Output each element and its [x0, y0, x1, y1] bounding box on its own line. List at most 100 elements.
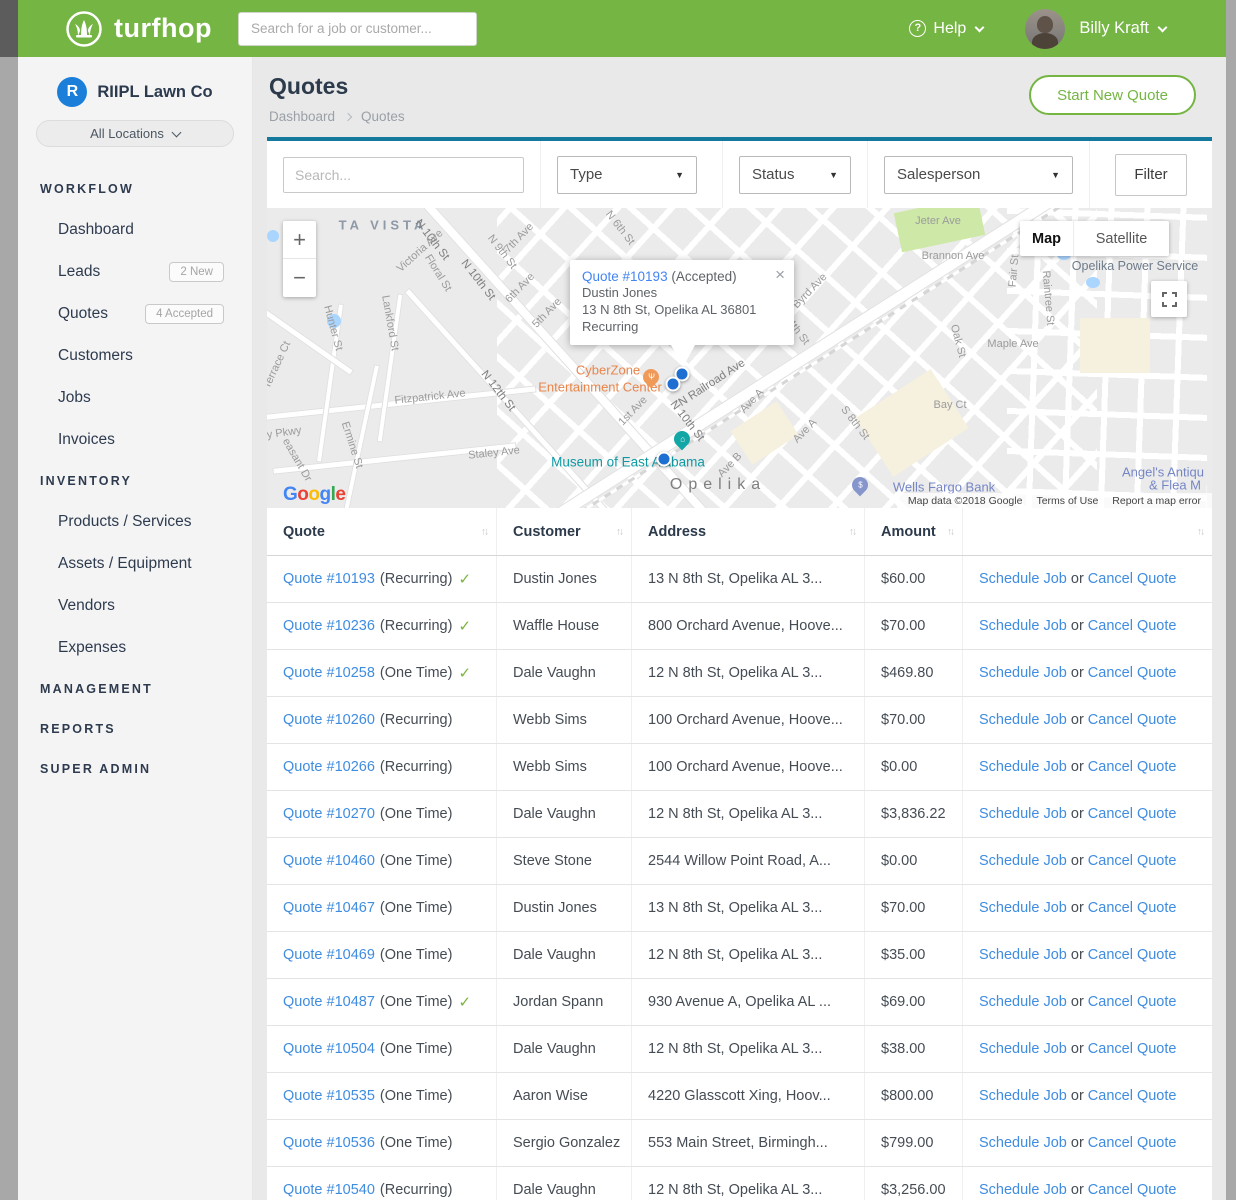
map-view-button[interactable]: Map [1020, 221, 1073, 256]
quote-link[interactable]: Quote #10236 [283, 618, 375, 634]
quote-map-marker[interactable] [666, 377, 681, 392]
sidebar-item-leads[interactable]: Leads2 New [18, 251, 252, 293]
schedule-job-link[interactable]: Schedule Job [979, 900, 1067, 916]
schedule-job-link[interactable]: Schedule Job [979, 853, 1067, 869]
cancel-quote-link[interactable]: Cancel Quote [1088, 759, 1177, 775]
quote-link[interactable]: Quote #10260 [283, 712, 375, 728]
schedule-job-link[interactable]: Schedule Job [979, 759, 1067, 775]
column-header-quote[interactable]: Quote↑↓ [267, 508, 497, 555]
schedule-job-link[interactable]: Schedule Job [979, 994, 1067, 1010]
quote-map-marker[interactable] [657, 452, 672, 467]
cancel-quote-link[interactable]: Cancel Quote [1088, 1182, 1177, 1198]
satellite-view-button[interactable]: Satellite [1073, 221, 1169, 256]
quote-link[interactable]: Quote #10467 [283, 900, 375, 916]
sidebar-item-quotes[interactable]: Quotes4 Accepted [18, 293, 252, 335]
cancel-quote-link[interactable]: Cancel Quote [1088, 1041, 1177, 1057]
filter-button[interactable]: Filter [1115, 154, 1187, 196]
global-search-input[interactable] [238, 12, 477, 46]
zoom-out-button[interactable]: − [283, 259, 316, 297]
cancel-quote-link[interactable]: Cancel Quote [1088, 571, 1177, 587]
table-row: Quote #10504(One Time)Dale Vaughn12 N 8t… [267, 1026, 1212, 1073]
sort-icon[interactable]: ↑↓ [481, 526, 487, 537]
quote-link[interactable]: Quote #10258 [283, 665, 375, 681]
quotes-table: Quote↑↓Customer↑↓Address↑↓Amount↑↓↑↓ Quo… [267, 508, 1212, 1200]
cancel-quote-link[interactable]: Cancel Quote [1088, 1088, 1177, 1104]
quote-search-input[interactable] [283, 157, 524, 193]
tooltip-status: (Accepted) [671, 269, 736, 284]
close-icon[interactable]: × [775, 266, 785, 283]
sidebar-item-expenses[interactable]: Expenses [18, 627, 252, 669]
scrollbar-track[interactable] [1226, 0, 1236, 1200]
actions-cell: Schedule JoborCancel Quote [963, 697, 1212, 743]
google-logo[interactable]: Google [283, 484, 345, 506]
schedule-job-link[interactable]: Schedule Job [979, 947, 1067, 963]
sidebar-item-products-services[interactable]: Products / Services [18, 501, 252, 543]
sidebar-nav: ---WORKFLOWDashboardLeads2 NewQuotes4 Ac… [18, 169, 252, 789]
user-avatar[interactable] [1025, 9, 1065, 49]
sort-icon[interactable]: ↑↓ [1197, 526, 1203, 537]
sidebar-item-customers[interactable]: Customers [18, 335, 252, 377]
start-new-quote-button[interactable]: Start New Quote [1029, 75, 1196, 115]
quote-link[interactable]: Quote #10270 [283, 806, 375, 822]
cancel-quote-link[interactable]: Cancel Quote [1088, 900, 1177, 916]
terms-of-use-link[interactable]: Terms of Use [1036, 495, 1098, 507]
cancel-quote-link[interactable]: Cancel Quote [1088, 665, 1177, 681]
column-header-customer[interactable]: Customer↑↓ [497, 508, 632, 555]
quote-link[interactable]: Quote #10540 [283, 1182, 375, 1198]
quote-link[interactable]: Quote #10469 [283, 947, 375, 963]
quote-link[interactable]: Quote #10504 [283, 1041, 375, 1057]
schedule-job-link[interactable]: Schedule Job [979, 1041, 1067, 1057]
schedule-job-link[interactable]: Schedule Job [979, 1182, 1067, 1198]
column-header-amount[interactable]: Amount↑↓ [865, 508, 963, 555]
sidebar-item-jobs[interactable]: Jobs [18, 377, 252, 419]
fullscreen-button[interactable] [1151, 281, 1187, 317]
sidebar-item-dashboard[interactable]: Dashboard [18, 209, 252, 251]
cancel-quote-link[interactable]: Cancel Quote [1088, 994, 1177, 1010]
schedule-job-link[interactable]: Schedule Job [979, 665, 1067, 681]
sidebar-item-invoices[interactable]: Invoices [18, 419, 252, 461]
quote-link[interactable]: Quote #10536 [283, 1135, 375, 1151]
sort-icon[interactable]: ↑↓ [947, 526, 953, 537]
cancel-quote-link[interactable]: Cancel Quote [1088, 618, 1177, 634]
cancel-quote-link[interactable]: Cancel Quote [1088, 853, 1177, 869]
sidebar-item-label: Assets / Equipment [58, 555, 192, 573]
column-header-address[interactable]: Address↑↓ [632, 508, 865, 555]
quote-link[interactable]: Quote #10487 [283, 994, 375, 1010]
cancel-quote-link[interactable]: Cancel Quote [1088, 1135, 1177, 1151]
table-row: Quote #10270(One Time)Dale Vaughn12 N 8t… [267, 791, 1212, 838]
cancel-quote-link[interactable]: Cancel Quote [1088, 806, 1177, 822]
breadcrumb-dashboard[interactable]: Dashboard [269, 109, 335, 124]
column-header-actions[interactable]: ↑↓ [963, 508, 1212, 555]
help-menu[interactable]: ? Help [909, 20, 983, 38]
location-selector[interactable]: All Locations [36, 120, 234, 147]
turfhop-logo[interactable]: turfhop [64, 9, 212, 49]
schedule-job-link[interactable]: Schedule Job [979, 1088, 1067, 1104]
quote-link[interactable]: Quote #10266 [283, 759, 375, 775]
tooltip-quote-link[interactable]: Quote #10193 [582, 269, 668, 284]
quotes-map[interactable]: TA VISTAJeter AveBrannon AveOpelika Powe… [267, 208, 1212, 508]
cancel-quote-link[interactable]: Cancel Quote [1088, 712, 1177, 728]
status-select[interactable]: Status ▼ [739, 156, 851, 194]
salesperson-select[interactable]: Salesperson ▼ [884, 156, 1073, 194]
cancel-quote-link[interactable]: Cancel Quote [1088, 947, 1177, 963]
quote-link[interactable]: Quote #10193 [283, 571, 375, 587]
sidebar-item-assets-equipment[interactable]: Assets / Equipment [18, 543, 252, 585]
table-row: Quote #10540(Recurring)Dale Vaughn12 N 8… [267, 1167, 1212, 1200]
grass-logo-icon [64, 9, 104, 49]
quote-link[interactable]: Quote #10460 [283, 853, 375, 869]
schedule-job-link[interactable]: Schedule Job [979, 571, 1067, 587]
sort-icon[interactable]: ↑↓ [616, 526, 622, 537]
report-map-error-link[interactable]: Report a map error [1112, 495, 1201, 507]
table-row: Quote #10236(Recurring)✓Waffle House800 … [267, 603, 1212, 650]
schedule-job-link[interactable]: Schedule Job [979, 806, 1067, 822]
schedule-job-link[interactable]: Schedule Job [979, 712, 1067, 728]
user-menu[interactable]: Billy Kraft [1065, 19, 1166, 38]
schedule-job-link[interactable]: Schedule Job [979, 618, 1067, 634]
quote-link[interactable]: Quote #10535 [283, 1088, 375, 1104]
actions-cell: Schedule JoborCancel Quote [963, 791, 1212, 837]
type-select[interactable]: Type ▼ [557, 156, 697, 194]
zoom-in-button[interactable]: + [283, 221, 316, 259]
schedule-job-link[interactable]: Schedule Job [979, 1135, 1067, 1151]
sort-icon[interactable]: ↑↓ [849, 526, 855, 537]
sidebar-item-vendors[interactable]: Vendors [18, 585, 252, 627]
